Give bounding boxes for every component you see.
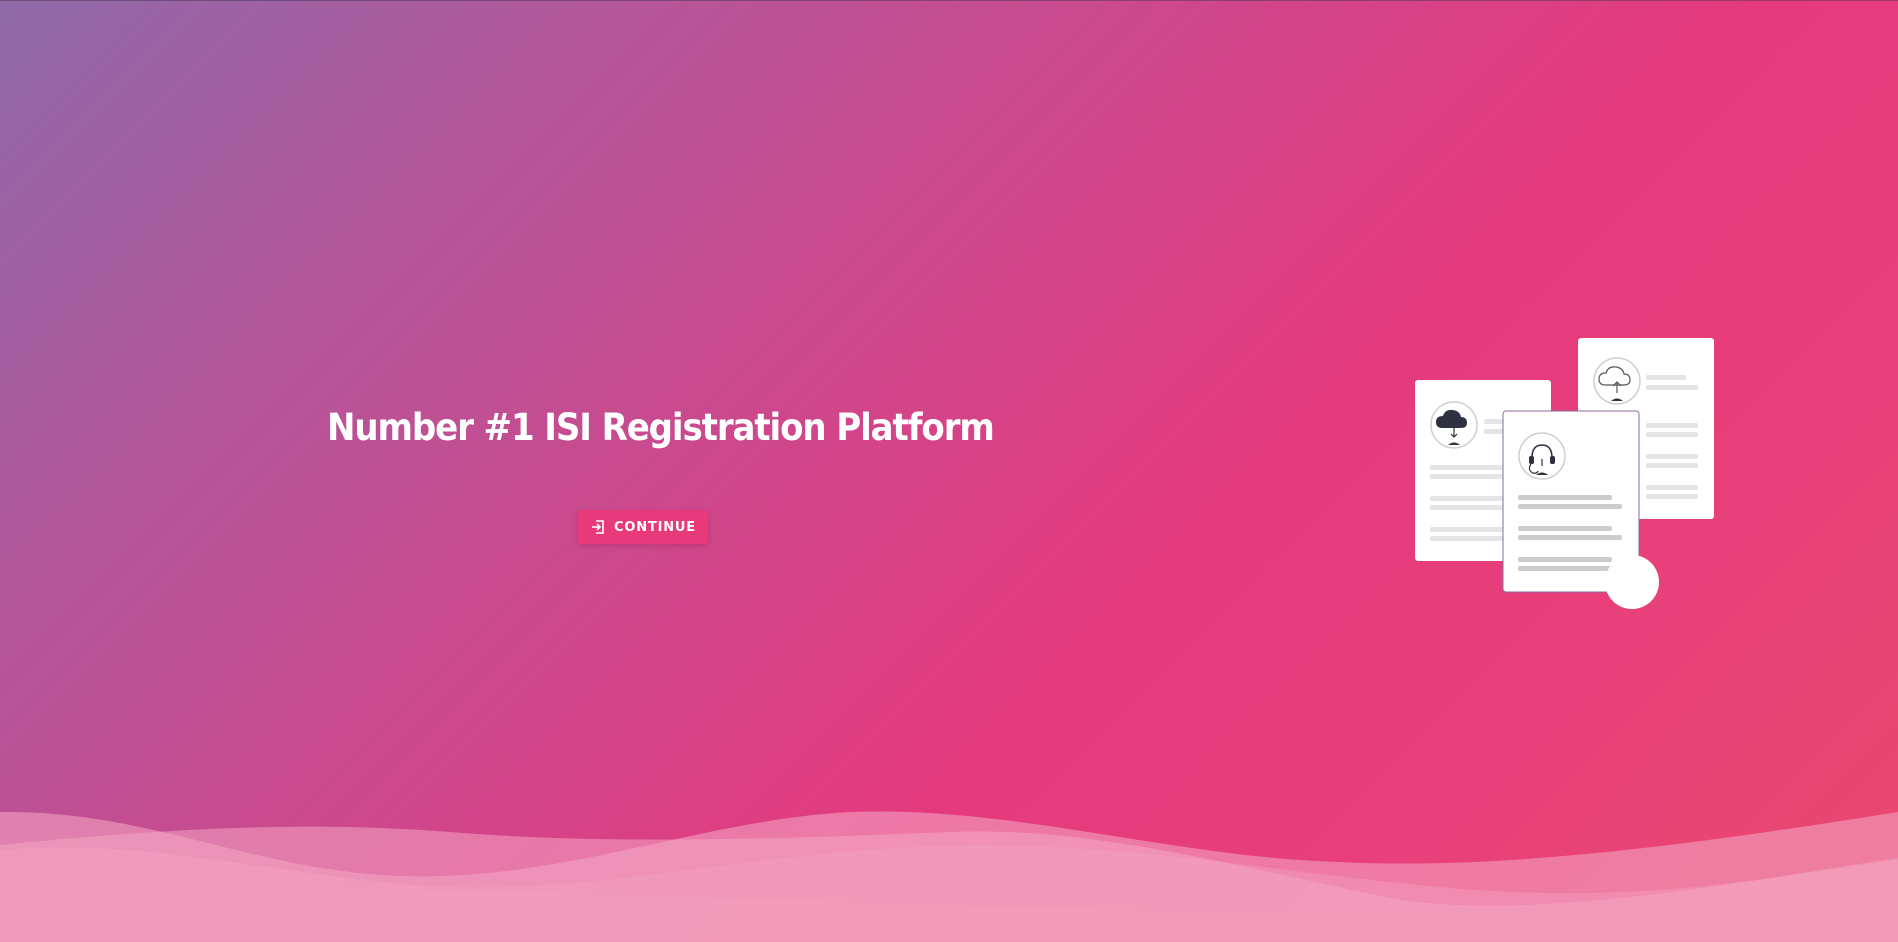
continue-label: CONTINUE [614,519,696,535]
decorative-circle [1605,555,1659,609]
hero-title: Number #1 ISI Registration Platform [327,406,995,449]
documents-illustration [1410,335,1730,613]
top-border [0,0,1898,1]
bottom-waves [0,811,1898,942]
sign-in-icon [590,519,606,535]
continue-button[interactable]: CONTINUE [578,510,708,544]
